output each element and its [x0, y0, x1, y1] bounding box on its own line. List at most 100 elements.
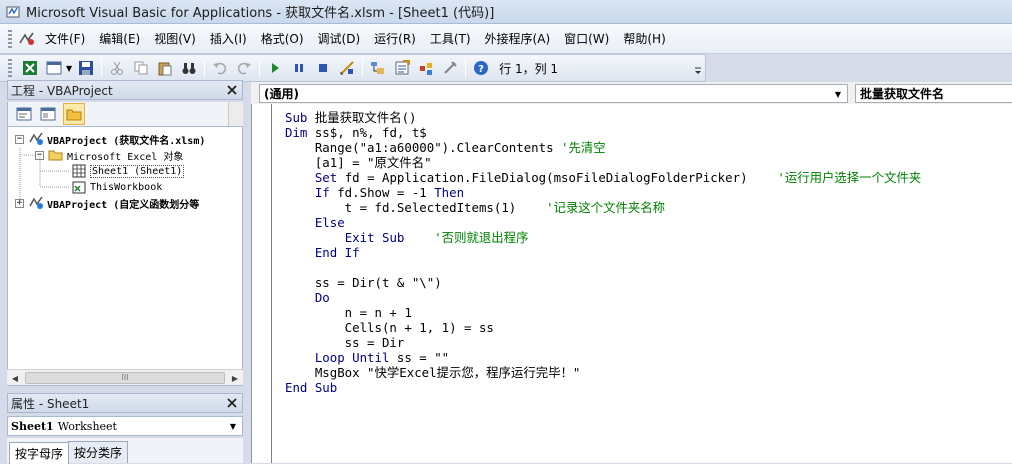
menu-debug[interactable]: 调试(D): [311, 27, 368, 50]
code-keyword: Loop Until: [314, 350, 390, 365]
close-icon[interactable]: [225, 83, 239, 97]
properties-window-button[interactable]: [392, 58, 412, 78]
project-horizontal-scrollbar[interactable]: ◀ III ▶: [7, 369, 243, 385]
code-token: ss$, n%, fd, t$: [307, 125, 427, 140]
code-line[interactable]: Range("a1:a60000").ClearContents '先清空: [285, 140, 921, 155]
scroll-left-icon[interactable]: ◀: [7, 370, 23, 386]
redo-button[interactable]: [234, 58, 254, 78]
toolbar-grip-handle[interactable]: [8, 59, 12, 77]
code-token: ss = "": [389, 350, 450, 365]
object-browser-button[interactable]: [416, 58, 436, 78]
view-code-button[interactable]: [14, 104, 34, 124]
tree-node-excel-objects[interactable]: − Microsoft Excel 对象: [35, 147, 183, 163]
insert-userform-button[interactable]: [44, 58, 64, 78]
code-line[interactable]: Sub 批量获取文件名(): [285, 110, 921, 125]
code-line[interactable]: Exit Sub '否则就退出程序: [285, 230, 921, 245]
panel-splitter[interactable]: [243, 82, 251, 463]
break-button[interactable]: [289, 58, 309, 78]
code-line[interactable]: Cells(n + 1, 1) = ss: [285, 320, 921, 335]
menu-run[interactable]: 运行(R): [367, 27, 423, 50]
procedure-combo[interactable]: 批量获取文件名: [855, 84, 1012, 103]
code-line[interactable]: Set fd = Application.FileDialog(msoFileD…: [285, 170, 921, 185]
excel-icon: [23, 61, 37, 75]
code-line[interactable]: [a1] = "原文件名": [285, 155, 921, 170]
code-keyword: End Sub: [285, 380, 338, 395]
expand-icon[interactable]: +: [15, 198, 24, 208]
code-line[interactable]: [285, 260, 921, 275]
undo-icon: [213, 62, 227, 75]
chevron-down-icon[interactable]: ▼: [66, 64, 72, 73]
chevron-down-icon[interactable]: ▼: [832, 88, 844, 100]
scroll-right-icon[interactable]: ▶: [227, 370, 243, 386]
collapse-icon[interactable]: −: [35, 150, 44, 160]
help-button[interactable]: ?: [471, 58, 491, 78]
code-line[interactable]: End If: [285, 245, 921, 260]
code-text[interactable]: Sub 批量获取文件名() Dim ss$, n%, fd, t$ Range("…: [285, 110, 921, 395]
toolbox-button[interactable]: [440, 58, 460, 78]
vba-menu-icon[interactable]: [18, 31, 36, 47]
code-line[interactable]: Do: [285, 290, 921, 305]
code-line[interactable]: Dim ss$, n%, fd, t$: [285, 125, 921, 140]
menu-file[interactable]: 文件(F): [38, 27, 92, 50]
view-object-icon: [40, 107, 56, 121]
code-line[interactable]: If fd.Show = -1 Then: [285, 185, 921, 200]
menu-addins[interactable]: 外接程序(A): [478, 27, 558, 50]
menu-format[interactable]: 格式(O): [254, 27, 311, 50]
project-explorer-button[interactable]: [368, 58, 388, 78]
code-line[interactable]: ss = Dir: [285, 335, 921, 350]
code-line[interactable]: t = fd.SelectedItems(1) '记录这个文件夹名称: [285, 200, 921, 215]
menu-insert[interactable]: 插入(I): [203, 27, 254, 50]
toolbar-separator: [259, 59, 261, 77]
worksheet-icon: [71, 164, 87, 178]
tree-node-sheet1[interactable]: Sheet1 (Sheet1): [71, 163, 185, 179]
reset-button[interactable]: [313, 58, 333, 78]
menu-grip-handle[interactable]: [8, 29, 12, 48]
run-button[interactable]: [265, 58, 285, 78]
code-line[interactable]: Else: [285, 215, 921, 230]
code-line[interactable]: ss = Dir(t & "\"): [285, 275, 921, 290]
save-button[interactable]: [76, 58, 96, 78]
cut-icon: [111, 61, 124, 75]
code-line[interactable]: n = n + 1: [285, 305, 921, 320]
copy-button[interactable]: [131, 58, 151, 78]
project-toolbar-scroll[interactable]: [228, 102, 243, 126]
menu-window[interactable]: 窗口(W): [557, 27, 616, 50]
chevron-down-icon[interactable]: ▼: [226, 419, 240, 433]
properties-panel-title: 属性 - Sheet1: [11, 396, 90, 411]
code-margin-indicator-bar[interactable]: [252, 104, 272, 463]
code-line[interactable]: MsgBox "快学Excel提示您，程序运行完毕！": [285, 365, 921, 380]
menu-help[interactable]: 帮助(H): [616, 27, 672, 50]
menu-tools[interactable]: 工具(T): [423, 27, 478, 50]
view-excel-button[interactable]: [20, 58, 40, 78]
toolbox-icon: [444, 61, 457, 74]
properties-object-select[interactable]: Sheet1 Worksheet ▼: [7, 416, 243, 436]
code-line[interactable]: Loop Until ss = "": [285, 350, 921, 365]
object-combo-value: (通用): [264, 87, 299, 101]
collapse-icon[interactable]: −: [15, 134, 24, 144]
scroll-thumb[interactable]: III: [25, 372, 225, 384]
find-button[interactable]: [179, 58, 199, 78]
undo-button[interactable]: [210, 58, 230, 78]
properties-tabs: 按字母序 按分类序: [7, 438, 243, 464]
cut-button[interactable]: [107, 58, 127, 78]
close-icon[interactable]: [225, 396, 239, 410]
menu-edit[interactable]: 编辑(E): [92, 27, 147, 50]
tab-alphabetic[interactable]: 按字母序: [9, 442, 70, 464]
object-combo[interactable]: (通用) ▼: [259, 84, 848, 103]
workbook-icon: [71, 180, 87, 194]
view-object-button[interactable]: [38, 104, 58, 124]
code-line[interactable]: End Sub: [285, 380, 921, 395]
toggle-folders-button[interactable]: [63, 103, 85, 125]
tab-categorized[interactable]: 按分类序: [68, 441, 129, 463]
menu-view[interactable]: 视图(V): [147, 27, 203, 50]
tree-node-project2[interactable]: + VBAProject (自定义函数划分等: [15, 195, 199, 211]
tree-node-thisworkbook[interactable]: ThisWorkbook: [71, 179, 162, 195]
folder-icon: [66, 109, 82, 121]
code-editor[interactable]: Sub 批量获取文件名() Dim ss$, n%, fd, t$ Range("…: [251, 104, 1012, 463]
toolbar-overflow-icon[interactable]: [693, 59, 703, 77]
object-name: Sheet1: [11, 419, 54, 433]
paste-button[interactable]: [155, 58, 175, 78]
tree-node-project1[interactable]: − VBAProject (获取文件名.xlsm): [15, 131, 205, 147]
design-mode-button[interactable]: [337, 58, 357, 78]
vba-app-icon: [6, 6, 20, 17]
